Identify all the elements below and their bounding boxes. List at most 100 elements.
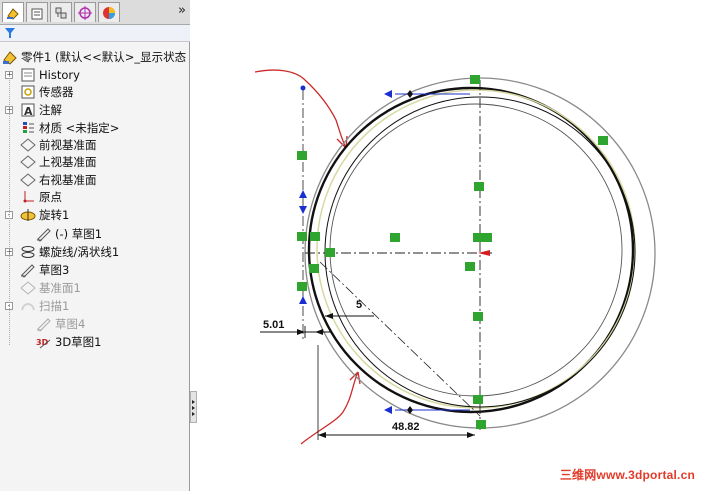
relation-marker bbox=[474, 182, 484, 191]
tree-item[interactable]: 草图3 bbox=[20, 261, 69, 278]
configurationmanager-tab[interactable] bbox=[50, 2, 72, 22]
tree-item[interactable]: History bbox=[20, 66, 80, 83]
feature-tree: 零件1 (默认<<默认>_显示状态 + History 传感器 + A 注解 材质 <未指定… bbox=[0, 45, 190, 355]
relation-marker bbox=[470, 75, 480, 84]
relation-marker bbox=[482, 233, 492, 242]
relation-marker bbox=[473, 395, 483, 404]
tree-item[interactable]: (-) 草图1 bbox=[36, 225, 102, 242]
feature-manager-panel: » 零件1 (默认<<默认>_显示状态 + History 传感器 + A 注解 材质 <未… bbox=[0, 0, 197, 491]
tree-item[interactable]: 上视基准面 bbox=[20, 153, 97, 170]
relation-marker bbox=[297, 151, 307, 160]
tree-item-label: 上视基准面 bbox=[39, 154, 97, 169]
tree-root-part[interactable]: 零件1 (默认<<默认>_显示状态 bbox=[2, 48, 186, 65]
tree-item[interactable]: 3D 3D草图1 bbox=[36, 333, 102, 350]
display-manager-tab[interactable] bbox=[98, 2, 120, 22]
diagonal-centerline bbox=[319, 261, 481, 417]
dimension-48-82[interactable]: 48.82 bbox=[392, 421, 420, 433]
svg-text:A: A bbox=[24, 105, 33, 118]
watermark-text: 三维网www.3dportal.cn bbox=[559, 468, 695, 482]
relation-marker bbox=[325, 248, 335, 257]
tree-item[interactable]: 基准面1 bbox=[20, 279, 81, 296]
propertymanager-tab-icon bbox=[31, 8, 43, 19]
featuremanager-tab-icon bbox=[7, 7, 19, 20]
featuremanager-tab[interactable] bbox=[2, 2, 24, 22]
tree-item-label: 螺旋线/涡状线1 bbox=[39, 244, 120, 259]
blue-arrow-top bbox=[384, 90, 392, 98]
tree-item-label: 旋转1 bbox=[39, 207, 70, 222]
blue-arrow-bottom bbox=[384, 406, 392, 414]
origin-icon bbox=[23, 190, 34, 202]
dimension-5[interactable]: 5 bbox=[356, 299, 362, 311]
dimxpert-tab-icon bbox=[78, 5, 92, 20]
relation-marker bbox=[598, 136, 608, 145]
tree-item[interactable]: A 注解 bbox=[20, 101, 62, 118]
dimension-5-01[interactable]: 5.01 bbox=[263, 319, 284, 331]
tree-item-label: 基准面1 bbox=[39, 280, 81, 295]
tree-item-label: 前视基准面 bbox=[39, 137, 97, 152]
filter-icon[interactable] bbox=[5, 28, 15, 38]
tree-connector bbox=[9, 75, 10, 345]
splitter-grip-icon bbox=[192, 400, 195, 416]
blue-arrow-left-lower bbox=[299, 296, 307, 304]
3d-sketch-icon: 3D bbox=[36, 338, 51, 348]
tree-item[interactable]: 传感器 bbox=[20, 83, 74, 100]
panel-tab-bar: » bbox=[0, 0, 190, 25]
propertymanager-tab[interactable] bbox=[26, 2, 48, 22]
tree-item-label: 传感器 bbox=[39, 84, 74, 99]
relation-markers bbox=[297, 75, 608, 429]
plane-icon bbox=[20, 137, 36, 152]
plane-icon bbox=[20, 280, 36, 295]
graphics-area[interactable]: 5.01 5 48.82 三维网www.3dportal.cn bbox=[197, 0, 705, 491]
tree-item-label: History bbox=[39, 67, 80, 82]
more-tabs-button[interactable]: » bbox=[178, 3, 186, 18]
configurationmanager-tab-icon bbox=[55, 7, 67, 18]
tree-item[interactable]: 材质 <未指定> bbox=[20, 119, 119, 136]
sketch-icon bbox=[37, 317, 51, 332]
inner-circle bbox=[329, 103, 623, 397]
tree-item[interactable]: 螺旋线/涡状线1 bbox=[20, 243, 119, 260]
plane-icon bbox=[20, 154, 36, 169]
relation-marker bbox=[476, 420, 486, 429]
display-manager-tab-icon bbox=[103, 6, 115, 19]
filter-bar bbox=[0, 25, 190, 42]
relation-marker bbox=[473, 312, 483, 321]
revolve-icon bbox=[20, 208, 36, 221]
tree-item[interactable]: 草图4 bbox=[36, 315, 85, 332]
sweep-icon bbox=[21, 302, 35, 310]
tree-item[interactable]: 原点 bbox=[20, 188, 62, 205]
relation-marker bbox=[297, 232, 307, 241]
tree-item-label: 材质 <未指定> bbox=[39, 120, 120, 135]
annotation-arrow-bottom bbox=[300, 371, 359, 445]
annotation-arrow-top bbox=[254, 69, 347, 149]
material-icon bbox=[23, 121, 34, 133]
tree-item[interactable]: 前视基准面 bbox=[20, 136, 97, 153]
sketch-icon bbox=[37, 227, 51, 242]
annotation-icon: A bbox=[21, 103, 35, 118]
relation-marker bbox=[297, 282, 307, 291]
tree-item-label: (-) 草图1 bbox=[55, 226, 103, 241]
dimxpert-tab[interactable] bbox=[74, 2, 96, 22]
relation-marker bbox=[309, 264, 319, 273]
tree-item[interactable]: 右视基准面 bbox=[20, 171, 97, 188]
sketch-icon bbox=[21, 263, 35, 278]
tree-item-label: 右视基准面 bbox=[39, 172, 97, 187]
relation-marker bbox=[465, 262, 475, 271]
sketch-point-top bbox=[300, 85, 306, 91]
sweep-profile-circle bbox=[307, 86, 635, 414]
tree-item[interactable]: 扫描1 bbox=[20, 297, 69, 314]
relation-marker bbox=[473, 233, 483, 242]
tree-item-label: 注解 bbox=[39, 102, 62, 117]
relation-marker bbox=[390, 233, 400, 242]
tree-root-label: 零件1 (默认<<默认>_显示状态 bbox=[21, 49, 187, 64]
tree-item[interactable]: 旋转1 bbox=[20, 206, 69, 223]
sketch-drawing[interactable]: 5.01 5 48.82 bbox=[197, 0, 705, 491]
tree-item-label: 扫描1 bbox=[39, 298, 70, 313]
helix-icon bbox=[21, 245, 35, 258]
relation-marker bbox=[310, 232, 320, 241]
tree-item-label: 草图3 bbox=[39, 262, 70, 277]
tree-item-label: 草图4 bbox=[55, 316, 86, 331]
panel-splitter-handle[interactable] bbox=[190, 391, 197, 423]
plane-icon bbox=[20, 172, 36, 187]
history-icon bbox=[21, 68, 35, 81]
part-icon bbox=[3, 50, 17, 65]
